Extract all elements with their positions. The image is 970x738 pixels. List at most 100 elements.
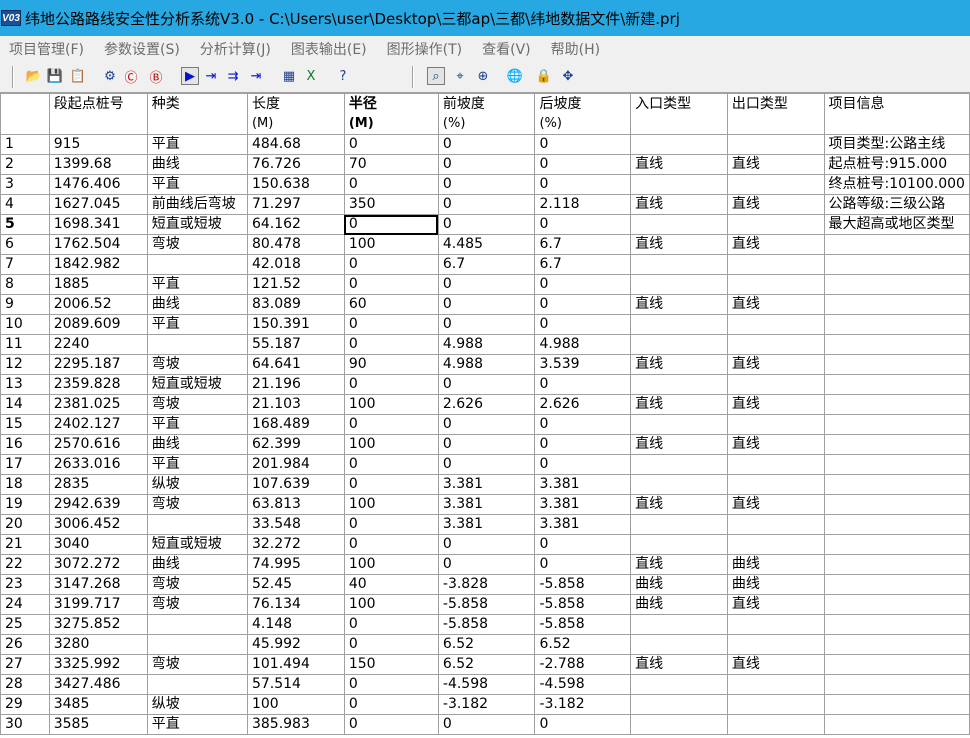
grid-cell[interactable]: 4.148 bbox=[246, 614, 345, 635]
grid-cell[interactable]: 2.626 bbox=[437, 394, 536, 415]
grid-cell[interactable]: 0 bbox=[343, 414, 439, 435]
grid-cell[interactable] bbox=[146, 254, 248, 275]
grid-cell[interactable]: 1698.341 bbox=[48, 214, 148, 235]
grid-cell[interactable]: 曲线 bbox=[146, 554, 248, 575]
grid-cell[interactable]: 3427.486 bbox=[48, 674, 148, 695]
grid-cell[interactable]: 最大超高或地区类型 bbox=[823, 214, 970, 235]
grid-cell[interactable]: -2.788 bbox=[534, 654, 632, 675]
grid-cell[interactable]: 直线 bbox=[726, 494, 825, 515]
grid-cell[interactable] bbox=[823, 634, 970, 655]
column-header[interactable]: 前坡度 (%) bbox=[437, 93, 536, 135]
row-header[interactable]: 11 bbox=[0, 334, 50, 355]
pan-icon[interactable]: ✥ bbox=[559, 67, 577, 85]
grid-cell[interactable]: 2295.187 bbox=[48, 354, 148, 375]
grid-cell[interactable] bbox=[823, 334, 970, 355]
grid-cell[interactable] bbox=[630, 454, 728, 475]
grid-cell[interactable]: 3.381 bbox=[534, 514, 632, 535]
grid-cell[interactable]: 1399.68 bbox=[48, 154, 148, 175]
grid-cell[interactable]: 直线 bbox=[726, 354, 825, 375]
grid-cell[interactable]: 90 bbox=[343, 354, 439, 375]
grid-cell[interactable] bbox=[726, 694, 825, 715]
grid-cell[interactable] bbox=[823, 474, 970, 495]
grid-cell[interactable]: 0 bbox=[534, 174, 632, 195]
grid-cell[interactable]: 101.494 bbox=[246, 654, 345, 675]
grid-cell[interactable]: 直线 bbox=[726, 154, 825, 175]
grid-cell[interactable] bbox=[823, 694, 970, 715]
grid-cell[interactable] bbox=[630, 314, 728, 335]
grid-cell[interactable]: 直线 bbox=[726, 434, 825, 455]
grid-cell[interactable]: 弯坡 bbox=[146, 234, 248, 255]
grid-cell[interactable]: 107.639 bbox=[246, 474, 345, 495]
grid-cell[interactable]: 平直 bbox=[146, 314, 248, 335]
grid-cell[interactable]: 3072.272 bbox=[48, 554, 148, 575]
zoom-extent-icon[interactable]: ⊕ bbox=[474, 67, 492, 85]
grid-cell[interactable] bbox=[726, 274, 825, 295]
row-header[interactable]: 3 bbox=[0, 174, 50, 195]
grid-cell[interactable] bbox=[823, 714, 970, 735]
grid-cell[interactable] bbox=[823, 514, 970, 535]
row-header[interactable]: 2 bbox=[0, 154, 50, 175]
grid-cell[interactable]: 4.988 bbox=[437, 354, 536, 375]
grid-cell[interactable]: 3006.452 bbox=[48, 514, 148, 535]
menu-item[interactable]: 帮助(H) bbox=[542, 39, 611, 59]
grid-cell[interactable]: 6.7 bbox=[534, 254, 632, 275]
grid-cell[interactable]: 0 bbox=[534, 374, 632, 395]
grid-cell[interactable]: 71.297 bbox=[246, 194, 345, 215]
grid-cell[interactable] bbox=[823, 314, 970, 335]
grid-cell[interactable] bbox=[823, 234, 970, 255]
grid-cell[interactable] bbox=[726, 214, 825, 235]
grid-cell[interactable]: 直线 bbox=[630, 194, 728, 215]
grid-cell[interactable]: -4.598 bbox=[534, 674, 632, 695]
grid-cell[interactable]: 3.381 bbox=[437, 514, 536, 535]
grid-cell[interactable]: 0 bbox=[437, 714, 536, 735]
grid-cell[interactable]: 76.134 bbox=[246, 594, 345, 615]
toolbar-grip[interactable] bbox=[12, 66, 14, 88]
grid-cell[interactable]: -5.858 bbox=[534, 594, 632, 615]
column-header[interactable]: 入口类型 bbox=[630, 93, 728, 135]
grid-cell[interactable]: 3280 bbox=[48, 634, 148, 655]
grid-cell[interactable]: 曲线 bbox=[630, 594, 728, 615]
grid-cell[interactable]: 1842.982 bbox=[48, 254, 148, 275]
help-icon[interactable]: ? bbox=[334, 67, 352, 85]
grid-cell[interactable]: 70 bbox=[343, 154, 439, 175]
grid-cell[interactable]: 2835 bbox=[48, 474, 148, 495]
grid-cell[interactable] bbox=[146, 514, 248, 535]
grid-cell[interactable]: 直线 bbox=[630, 234, 728, 255]
grid-cell[interactable]: 0 bbox=[437, 374, 536, 395]
row-header[interactable]: 21 bbox=[0, 534, 50, 555]
grid-cell[interactable]: 平直 bbox=[146, 134, 248, 155]
grid-cell[interactable]: 33.548 bbox=[246, 514, 345, 535]
grid-cell[interactable] bbox=[823, 374, 970, 395]
grid-cell[interactable]: 1885 bbox=[48, 274, 148, 295]
grid-cell[interactable]: 0 bbox=[437, 174, 536, 195]
grid-cell[interactable]: 2006.52 bbox=[48, 294, 148, 315]
b-circle-icon[interactable]: Ⓑ bbox=[147, 67, 165, 86]
grid-cell[interactable]: 平直 bbox=[146, 454, 248, 475]
grid-cell[interactable]: 6.52 bbox=[437, 654, 536, 675]
grid-cell[interactable] bbox=[630, 534, 728, 555]
toolbar-grip[interactable] bbox=[412, 66, 414, 88]
menu-item[interactable]: 项目管理(F) bbox=[0, 39, 95, 59]
grid-cell[interactable] bbox=[726, 474, 825, 495]
grid-cell[interactable]: 76.726 bbox=[246, 154, 345, 175]
menu-item[interactable]: 图形操作(T) bbox=[378, 39, 473, 59]
grid-cell[interactable] bbox=[630, 614, 728, 635]
column-header[interactable]: 出口类型 bbox=[726, 93, 825, 135]
grid-cell[interactable]: 公路等级:三级公路 bbox=[823, 194, 970, 215]
grid-cell[interactable]: 0 bbox=[534, 274, 632, 295]
grid-cell[interactable] bbox=[823, 294, 970, 315]
grid-cell[interactable] bbox=[630, 274, 728, 295]
grid-cell[interactable]: 121.52 bbox=[246, 274, 345, 295]
grid-cell[interactable]: 曲线 bbox=[726, 554, 825, 575]
grid-cell[interactable] bbox=[823, 594, 970, 615]
grid-cell[interactable]: 2089.609 bbox=[48, 314, 148, 335]
grid-cell[interactable]: 平直 bbox=[146, 274, 248, 295]
grid-cell[interactable]: 纵坡 bbox=[146, 474, 248, 495]
row-header[interactable]: 8 bbox=[0, 274, 50, 295]
grid-cell[interactable]: 直线 bbox=[726, 394, 825, 415]
grid-cell[interactable] bbox=[726, 314, 825, 335]
grid-cell[interactable]: 0 bbox=[534, 714, 632, 735]
grid-cell[interactable]: 4.988 bbox=[534, 334, 632, 355]
menu-item[interactable]: 分析计算(J) bbox=[191, 39, 282, 59]
menu-item[interactable]: 查看(V) bbox=[473, 39, 542, 59]
